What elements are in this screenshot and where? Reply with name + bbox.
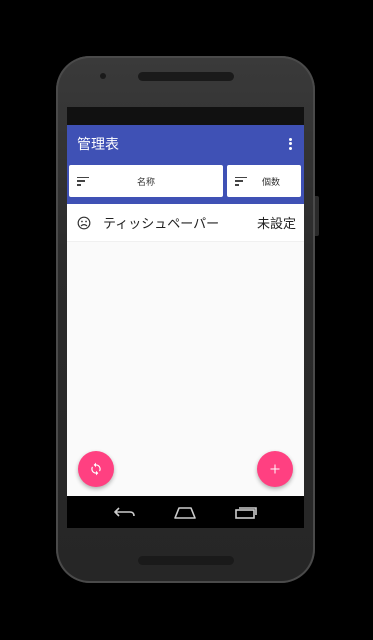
app-bar: 管理表 [67, 125, 304, 162]
system-navigation-bar [67, 496, 304, 528]
bottom-speaker-grille [138, 556, 234, 565]
front-camera [100, 73, 106, 79]
recents-icon [235, 506, 257, 519]
home-icon [174, 506, 197, 519]
sort-by-name-button[interactable]: 名称 [69, 165, 223, 197]
sort-bar: 名称 個数 [67, 162, 304, 204]
item-name: ティッシュペーパー [103, 217, 220, 232]
refresh-icon [91, 462, 101, 476]
item-status: 未設定 [256, 217, 296, 232]
status-bar [67, 107, 304, 125]
sort-by-count-button[interactable]: 個数 [227, 165, 301, 197]
device-screen: 管理表 名称 個数 ティッシュペーパー 未設定 [67, 107, 304, 528]
back-icon [114, 507, 135, 517]
add-icon [270, 464, 280, 474]
item-list: ティッシュペーパー 未設定 [67, 204, 304, 242]
add-fab-button[interactable] [257, 451, 293, 487]
home-button[interactable] [172, 504, 198, 520]
sort-by-count-label: 個数 [261, 177, 280, 188]
top-speaker-grille [138, 72, 234, 81]
overflow-menu-icon[interactable] [284, 136, 296, 152]
neutral-face-icon [77, 216, 91, 229]
refresh-fab-button[interactable] [78, 451, 114, 487]
sort-by-name-label: 名称 [136, 177, 155, 188]
list-item[interactable]: ティッシュペーパー 未設定 [67, 204, 304, 242]
app-title: 管理表 [77, 136, 119, 153]
volume-button [315, 196, 319, 236]
back-button[interactable] [112, 504, 138, 520]
recents-button[interactable] [233, 504, 259, 520]
